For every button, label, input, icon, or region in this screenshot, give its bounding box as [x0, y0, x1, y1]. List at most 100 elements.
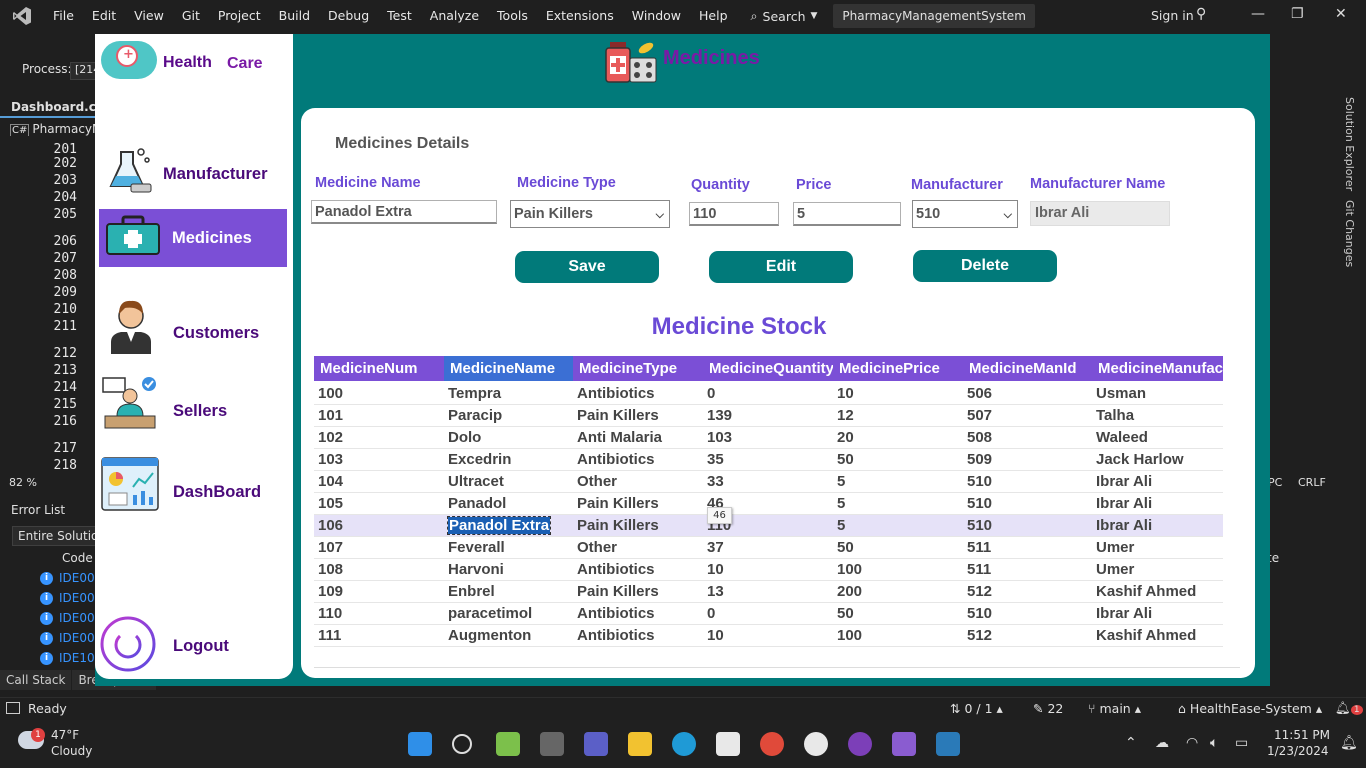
table-cell[interactable]: 104 [314, 471, 444, 493]
table-row[interactable]: 109 Enbrel Pain Killers 13 200 512 Kashif Ahme… [314, 581, 1223, 603]
sidebar-item-dashboard[interactable]: DashBoard [99, 454, 287, 512]
git-changes-tab[interactable]: Git Changes [1343, 200, 1356, 267]
table-cell[interactable]: Other [573, 471, 703, 493]
sign-in-link[interactable]: Sign in [1151, 8, 1194, 23]
table-cell[interactable]: 108 [314, 559, 444, 581]
table-cell[interactable]: Usman [1092, 383, 1223, 405]
error-list-row[interactable]: i IDE004 [40, 611, 102, 625]
table-cell[interactable]: 110 [314, 603, 444, 625]
zoom-level[interactable]: 82 % [9, 476, 37, 489]
minimize-button[interactable]: — [1251, 6, 1265, 22]
table-row[interactable]: 103 Excedrin Antibiotics 35 50 509 Jack Harlow [314, 449, 1223, 471]
weather-condition[interactable]: Cloudy [51, 744, 92, 758]
logout-button[interactable]: Logout [99, 614, 287, 672]
medicine-type-select[interactable]: Pain Killers ⌵ [510, 200, 670, 228]
table-cell[interactable]: 102 [314, 427, 444, 449]
table-row[interactable]: 105 Panadol Pain Killers 46 5 510 Ibrar Ali [314, 493, 1223, 515]
table-cell[interactable]: Ibrar Ali [1092, 493, 1223, 515]
table-cell[interactable]: 5 [833, 471, 963, 493]
table-cell[interactable]: Antibiotics [573, 449, 703, 471]
volume-icon[interactable]: 🔈︎ [1210, 735, 1218, 751]
visual-studio-logo-icon[interactable] [0, 0, 44, 32]
table-cell[interactable]: 10 [833, 383, 963, 405]
table-cell[interactable]: Antibiotics [573, 559, 703, 581]
call-stack-tab[interactable]: Call Stack [0, 670, 72, 690]
table-cell[interactable]: 511 [963, 559, 1092, 581]
table-row[interactable]: 111 Augmenton Antibiotics 10 100 512 Kashif Ah… [314, 625, 1223, 647]
table-cell[interactable]: Augmenton [444, 625, 573, 647]
table-cell[interactable]: 50 [833, 603, 963, 625]
menu-item[interactable]: Help [690, 0, 737, 32]
output-icon[interactable] [6, 702, 20, 714]
table-cell[interactable]: 506 [963, 383, 1092, 405]
table-cell[interactable]: 50 [833, 537, 963, 559]
table-cell[interactable]: 5 [833, 493, 963, 515]
notifications-bell-icon[interactable]: 🔔︎ 1 [1335, 700, 1363, 716]
table-row[interactable]: 110 paracetimol Antibiotics 0 50 510 Ibrar Ali [314, 603, 1223, 625]
windows-start-icon[interactable] [408, 732, 432, 756]
table-cell[interactable]: paracetimol [444, 603, 573, 625]
column-header[interactable]: MedicineType [573, 356, 703, 381]
column-header[interactable]: MedicinePrice [833, 356, 963, 381]
edit-button[interactable]: Edit [709, 251, 853, 283]
table-cell[interactable]: Umer [1092, 559, 1223, 581]
table-row[interactable]: 102 Dolo Anti Malaria 103 20 508 Waleed [314, 427, 1223, 449]
menu-item[interactable]: Tools [488, 0, 537, 32]
clock-date[interactable]: 1/23/2024 [1267, 744, 1329, 758]
slack-icon[interactable] [804, 732, 828, 756]
table-cell[interactable]: 33 [703, 471, 833, 493]
table-cell[interactable]: 512 [963, 581, 1092, 603]
table-row[interactable]: 100 Tempra Antibiotics 0 10 506 Usman [314, 383, 1223, 405]
table-cell[interactable]: Pain Killers [573, 581, 703, 603]
table-cell[interactable]: 511 [963, 537, 1092, 559]
clock-time[interactable]: 11:51 PM [1272, 728, 1330, 742]
table-row[interactable]: 104 Ultracet Other 33 5 510 Ibrar Ali [314, 471, 1223, 493]
table-cell[interactable]: Antibiotics [573, 383, 703, 405]
table-cell[interactable]: Ultracet [444, 471, 573, 493]
table-cell[interactable]: Ibrar Ali [1092, 603, 1223, 625]
menu-item[interactable]: Analyze [421, 0, 488, 32]
table-cell[interactable]: Umer [1092, 537, 1223, 559]
search-icon[interactable] [452, 734, 472, 754]
github-desktop-icon[interactable] [848, 732, 872, 756]
error-list-row[interactable]: i IDE004 [40, 631, 102, 645]
pharmacy-app-icon[interactable] [936, 732, 960, 756]
restore-button[interactable]: ❐ [1291, 6, 1304, 22]
onedrive-icon[interactable]: ☁ [1155, 735, 1169, 751]
column-header[interactable]: MedicineQuantity [703, 356, 833, 381]
table-cell[interactable]: 109 [314, 581, 444, 603]
table-cell[interactable]: 103 [314, 449, 444, 471]
edge-icon[interactable] [672, 732, 696, 756]
table-cell[interactable]: 100 [833, 559, 963, 581]
line-ending-label[interactable]: CRLF [1298, 476, 1326, 489]
git-sync-status[interactable]: ⇅ 0 / 1 ▴ [950, 701, 1003, 716]
table-cell[interactable]: 510 [963, 471, 1092, 493]
sidebar-item-sellers[interactable]: Sellers [99, 374, 287, 432]
table-cell[interactable]: 5 [833, 515, 963, 537]
table-row[interactable]: 108 Harvoni Antibiotics 10 100 511 Umer [314, 559, 1223, 581]
table-cell[interactable]: 510 [963, 515, 1092, 537]
table-cell[interactable]: Jack Harlow [1092, 449, 1223, 471]
table-row[interactable]: 107 Feverall Other 37 50 511 Umer [314, 537, 1223, 559]
medicine-stock-grid[interactable]: MedicineNum MedicineName MedicineType Medic… [314, 356, 1223, 666]
error-column-code[interactable]: Code [62, 551, 93, 565]
table-cell[interactable]: Paracip [444, 405, 573, 427]
git-repository[interactable]: ⌂ HealthEase-System ▴ [1178, 701, 1322, 716]
pending-changes[interactable]: ✎ 22 [1033, 701, 1063, 716]
column-header[interactable]: MedicineName [444, 356, 573, 381]
menu-item[interactable]: View [125, 0, 173, 32]
table-cell[interactable]: Ibrar Ali [1092, 471, 1223, 493]
table-cell[interactable]: Talha [1092, 405, 1223, 427]
chevron-up-icon[interactable]: ⌃ [1125, 735, 1137, 751]
save-button[interactable]: Save [515, 251, 659, 283]
table-cell[interactable]: 200 [833, 581, 963, 603]
search-box[interactable]: ⌕ Search ▼ [751, 8, 818, 24]
menu-item[interactable]: File [44, 0, 83, 32]
error-list-row[interactable]: i IDE004 [40, 571, 102, 585]
table-cell[interactable]: 12 [833, 405, 963, 427]
table-cell[interactable]: 100 [833, 625, 963, 647]
table-row[interactable]: 101 Paracip Pain Killers 139 12 507 Talha [314, 405, 1223, 427]
table-cell[interactable]: Antibiotics [573, 603, 703, 625]
error-scope-dropdown[interactable]: Entire Solution [12, 526, 96, 546]
teams-icon[interactable] [584, 732, 608, 756]
